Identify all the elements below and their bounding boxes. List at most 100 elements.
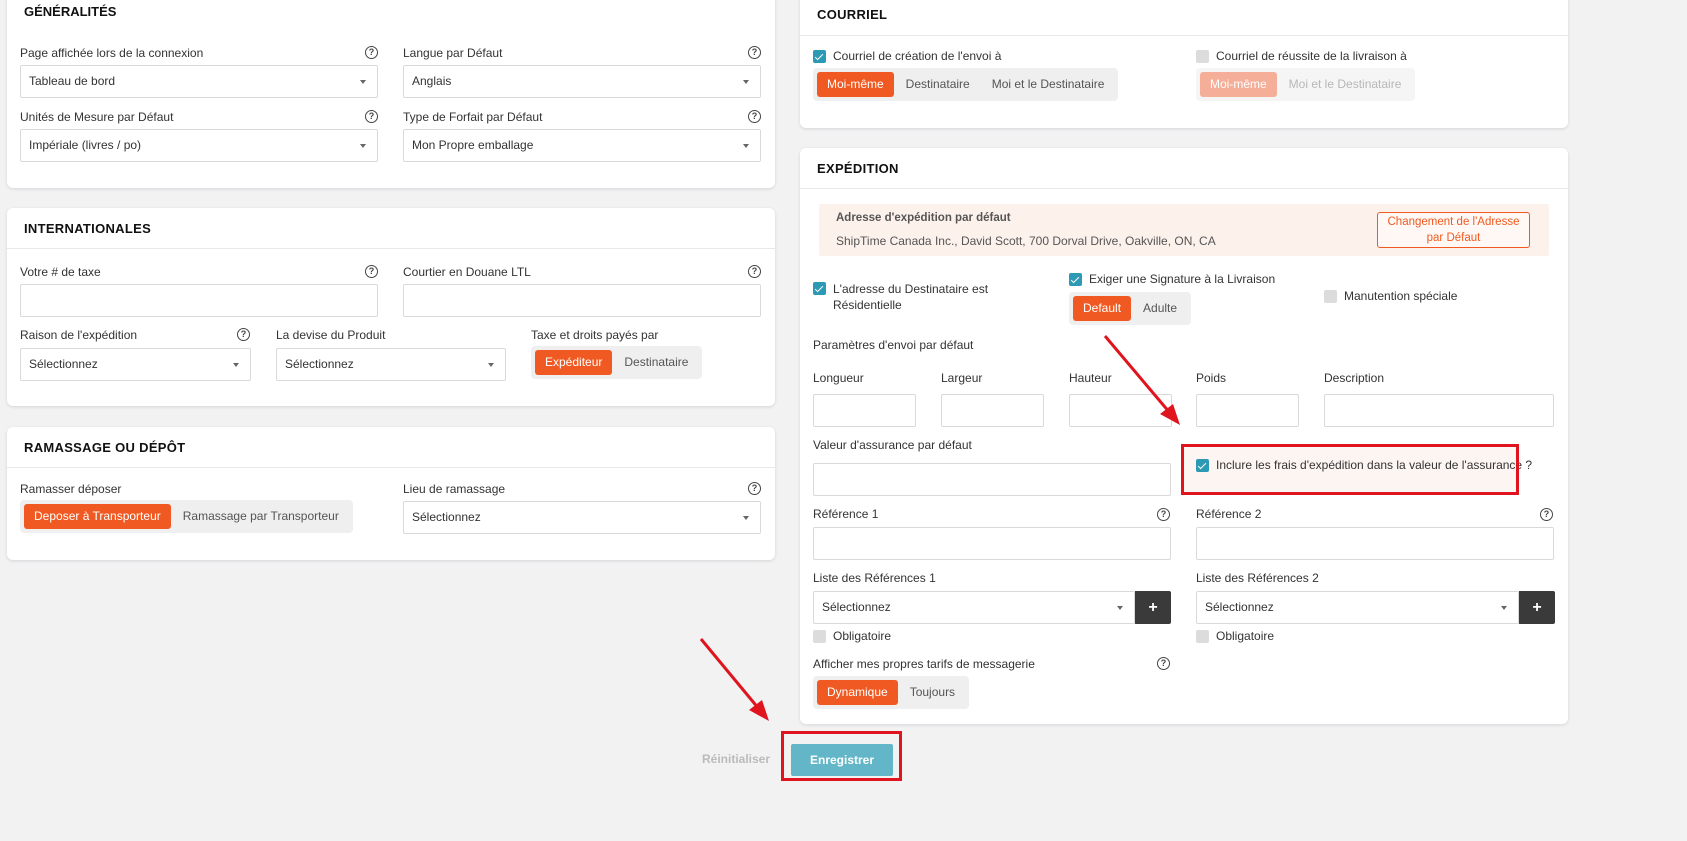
generalites-title-visible: GÉNÉRALITÉS: [24, 4, 117, 19]
langue-select[interactable]: Anglais: [403, 65, 761, 98]
page-select[interactable]: Tableau de bord: [20, 65, 378, 98]
help-icon[interactable]: ?: [748, 110, 761, 123]
longueur-label: Longueur: [813, 371, 864, 385]
courtier-input[interactable]: [403, 284, 761, 317]
largeur-input[interactable]: [941, 394, 1044, 427]
expedition-card: EXPÉDITION Adresse d'expédition par défa…: [800, 148, 1568, 724]
reussite-checkbox[interactable]: [1196, 50, 1209, 63]
help-icon[interactable]: ?: [1540, 508, 1553, 521]
liste2-select[interactable]: Sélectionnez: [1196, 591, 1519, 624]
chevron-down-icon: [233, 363, 239, 367]
adresse-value: ShipTime Canada Inc., David Scott, 700 D…: [836, 234, 1216, 248]
tarifs-option-dynamique[interactable]: Dynamique: [817, 680, 898, 705]
mode-option-deposer[interactable]: Deposer à Transporteur: [24, 504, 171, 529]
signature-checkbox[interactable]: [1069, 273, 1082, 286]
lieu-label: Lieu de ramassage: [403, 482, 506, 496]
reset-button[interactable]: Réinitialiser: [702, 752, 770, 766]
internationales-card: INTERNATIONALES Votre # de taxe ? Courti…: [7, 208, 775, 406]
manutention-label: Manutention spéciale: [1344, 289, 1458, 303]
add-reference1-button[interactable]: +: [1135, 591, 1171, 624]
chevron-down-icon: [360, 144, 366, 148]
description-input[interactable]: [1324, 394, 1554, 427]
liste1-select[interactable]: Sélectionnez: [813, 591, 1135, 624]
add-reference2-button[interactable]: +: [1519, 591, 1555, 624]
poids-input[interactable]: [1196, 394, 1299, 427]
help-icon[interactable]: ?: [365, 46, 378, 59]
reussite-option-moi[interactable]: Moi-même: [1200, 72, 1277, 97]
droits-option-destinataire[interactable]: Destinataire: [614, 350, 698, 375]
parametres-label: Paramètres d'envoi par défaut: [813, 338, 974, 352]
ramassage-card: RAMASSAGE OU DÉPÔT Ramasser déposer Depo…: [7, 427, 775, 560]
hauteur-input[interactable]: [1069, 394, 1172, 427]
signature-label: Exiger une Signature à la Livraison: [1089, 272, 1276, 286]
taxe-label: Votre # de taxe: [20, 265, 101, 279]
ref1-label: Référence 1: [813, 507, 879, 521]
obligatoire1-label: Obligatoire: [833, 629, 892, 643]
help-icon[interactable]: ?: [1157, 657, 1170, 670]
creation-option-moi-destinataire[interactable]: Moi et le Destinataire: [982, 72, 1115, 97]
tarifs-option-toujours[interactable]: Toujours: [900, 680, 965, 705]
creation-option-destinataire[interactable]: Destinataire: [896, 72, 980, 97]
longueur-input[interactable]: [813, 394, 916, 427]
obligatoire2-checkbox[interactable]: [1196, 630, 1209, 643]
residentielle-label: L'adresse du Destinataire est Résidentie…: [833, 282, 989, 312]
droits-option-expediteur[interactable]: Expéditeur: [535, 350, 613, 375]
signature-option-default[interactable]: Default: [1073, 296, 1132, 321]
help-icon[interactable]: ?: [237, 328, 250, 341]
chevron-down-icon: [743, 516, 749, 520]
reussite-toggle: Moi-même Moi et le Destinataire: [1196, 68, 1416, 101]
page-select-value: Tableau de bord: [29, 74, 116, 88]
ramassage-title: RAMASSAGE OU DÉPÔT: [7, 427, 775, 468]
generalites-card: GÉNÉRALITÉS Page affichée lors de la con…: [7, 0, 775, 188]
help-icon[interactable]: ?: [748, 46, 761, 59]
mode-option-ramassage[interactable]: Ramassage par Transporteur: [173, 504, 349, 529]
courriel-title: COURRIEL: [800, 0, 1568, 36]
help-icon[interactable]: ?: [1157, 508, 1170, 521]
chevron-down-icon: [1501, 606, 1507, 610]
change-address-button[interactable]: Changement de l'Adresse par Défaut: [1377, 212, 1530, 248]
droits-label: Taxe et droits payés par: [531, 328, 659, 342]
chevron-down-icon: [743, 80, 749, 84]
forfait-select[interactable]: Mon Propre emballage: [403, 129, 761, 162]
creation-toggle: Moi-même Destinataire Moi et le Destinat…: [813, 68, 1119, 101]
page-label: Page affichée lors de la connexion: [20, 46, 204, 60]
help-icon[interactable]: ?: [365, 265, 378, 278]
langue-select-value: Anglais: [412, 74, 452, 88]
reussite-option-moi-destinataire[interactable]: Moi et le Destinataire: [1279, 72, 1412, 97]
liste1-label: Liste des Références 1: [813, 571, 936, 585]
taxe-input[interactable]: [20, 284, 378, 317]
ref2-input[interactable]: [1196, 527, 1554, 560]
residentielle-checkbox[interactable]: [813, 282, 826, 295]
langue-label: Langue par Défaut: [403, 46, 503, 60]
devise-select-value: Sélectionnez: [285, 357, 354, 371]
forfait-select-value: Mon Propre emballage: [412, 138, 534, 152]
help-icon[interactable]: ?: [748, 265, 761, 278]
ref1-input[interactable]: [813, 527, 1171, 560]
manutention-checkbox[interactable]: [1324, 290, 1337, 303]
unites-select-value: Impériale (livres / po): [29, 138, 142, 152]
courriel-card: COURRIEL Courriel de création de l'envoi…: [800, 0, 1568, 128]
internationales-title: INTERNATIONALES: [7, 208, 775, 249]
signature-toggle: Default Adulte: [1069, 292, 1192, 325]
ref2-label: Référence 2: [1196, 507, 1262, 521]
devise-label: La devise du Produit: [276, 328, 386, 342]
mode-toggle: Deposer à Transporteur Ramassage par Tra…: [20, 500, 353, 533]
creation-checkbox[interactable]: [813, 50, 826, 63]
chevron-down-icon: [360, 80, 366, 84]
creation-option-moi[interactable]: Moi-même: [817, 72, 894, 97]
lieu-select[interactable]: Sélectionnez: [403, 501, 761, 534]
hauteur-label: Hauteur: [1069, 371, 1112, 385]
devise-select[interactable]: Sélectionnez: [276, 348, 506, 381]
help-icon[interactable]: ?: [365, 110, 378, 123]
liste2-label: Liste des Références 2: [1196, 571, 1319, 585]
droits-toggle: Expéditeur Destinataire: [531, 346, 703, 379]
largeur-label: Largeur: [941, 371, 983, 385]
assurance-input[interactable]: [813, 463, 1171, 496]
unites-select[interactable]: Impériale (livres / po): [20, 129, 378, 162]
signature-option-adulte[interactable]: Adulte: [1133, 296, 1187, 321]
raison-select-value: Sélectionnez: [29, 357, 98, 371]
help-icon[interactable]: ?: [748, 482, 761, 495]
mode-label: Ramasser déposer: [20, 482, 122, 496]
raison-select[interactable]: Sélectionnez: [20, 348, 251, 381]
obligatoire1-checkbox[interactable]: [813, 630, 826, 643]
